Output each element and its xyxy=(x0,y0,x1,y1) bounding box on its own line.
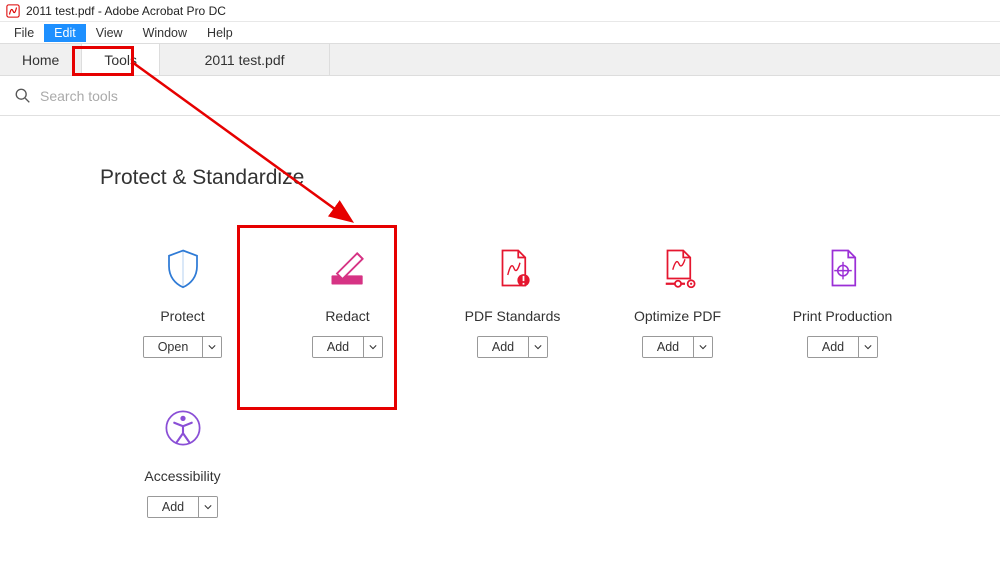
tool-printprod-button-label: Add xyxy=(808,337,859,357)
tool-redact-label: Redact xyxy=(325,308,369,324)
tool-optimize[interactable]: Optimize PDF Add xyxy=(595,226,760,386)
tool-accessibility[interactable]: Accessibility Add xyxy=(100,386,265,546)
tool-printprod-button[interactable]: Add xyxy=(807,336,878,358)
tool-redact[interactable]: Redact Add xyxy=(265,226,430,386)
tool-accessibility-button-label: Add xyxy=(148,497,199,517)
section-title: Protect & Standardize xyxy=(100,166,960,190)
tool-pdfstandards-button[interactable]: Add xyxy=(477,336,548,358)
menu-bar: File Edit View Window Help xyxy=(0,22,1000,44)
tool-accessibility-dropdown[interactable] xyxy=(199,497,217,517)
tool-optimize-label: Optimize PDF xyxy=(634,308,721,324)
redact-icon xyxy=(324,244,372,292)
tool-pdfstandards-button-label: Add xyxy=(478,337,529,357)
menu-help[interactable]: Help xyxy=(197,24,243,42)
tool-printprod[interactable]: Print Production Add xyxy=(760,226,925,386)
tab-tools[interactable]: Tools xyxy=(82,44,160,75)
tool-accessibility-button[interactable]: Add xyxy=(147,496,218,518)
tab-row: Home Tools 2011 test.pdf xyxy=(0,44,1000,76)
tool-redact-button-label: Add xyxy=(313,337,364,357)
content-area: Protect & Standardize Protect Open Red xyxy=(0,116,1000,546)
tool-grid: Protect Open Redact Add xyxy=(100,226,960,546)
tool-optimize-dropdown[interactable] xyxy=(694,337,712,357)
tool-redact-dropdown[interactable] xyxy=(364,337,382,357)
menu-edit[interactable]: Edit xyxy=(44,24,86,42)
tool-protect-dropdown[interactable] xyxy=(203,337,221,357)
tool-pdfstandards[interactable]: PDF Standards Add xyxy=(430,226,595,386)
tab-home[interactable]: Home xyxy=(0,44,82,75)
search-row xyxy=(0,76,1000,116)
tool-optimize-button-label: Add xyxy=(643,337,694,357)
tool-redact-button[interactable]: Add xyxy=(312,336,383,358)
print-production-icon xyxy=(819,244,867,292)
optimize-icon xyxy=(654,244,702,292)
tool-protect-button-label: Open xyxy=(144,337,204,357)
tab-document[interactable]: 2011 test.pdf xyxy=(160,44,330,75)
menu-window[interactable]: Window xyxy=(133,24,197,42)
title-bar: 2011 test.pdf - Adobe Acrobat Pro DC xyxy=(0,0,1000,22)
menu-view[interactable]: View xyxy=(86,24,133,42)
tool-protect[interactable]: Protect Open xyxy=(100,226,265,386)
tool-printprod-label: Print Production xyxy=(793,308,893,324)
tool-optimize-button[interactable]: Add xyxy=(642,336,713,358)
pdf-standards-icon xyxy=(489,244,537,292)
shield-icon xyxy=(159,244,207,292)
search-input[interactable] xyxy=(40,88,986,104)
app-icon xyxy=(6,4,20,18)
search-icon xyxy=(14,87,32,105)
window-title: 2011 test.pdf - Adobe Acrobat Pro DC xyxy=(26,4,226,18)
tool-protect-label: Protect xyxy=(160,308,204,324)
tool-pdfstandards-label: PDF Standards xyxy=(465,308,561,324)
tool-printprod-dropdown[interactable] xyxy=(859,337,877,357)
accessibility-icon xyxy=(159,404,207,452)
tool-accessibility-label: Accessibility xyxy=(144,468,220,484)
tool-pdfstandards-dropdown[interactable] xyxy=(529,337,547,357)
menu-file[interactable]: File xyxy=(4,24,44,42)
tool-protect-button[interactable]: Open xyxy=(143,336,223,358)
